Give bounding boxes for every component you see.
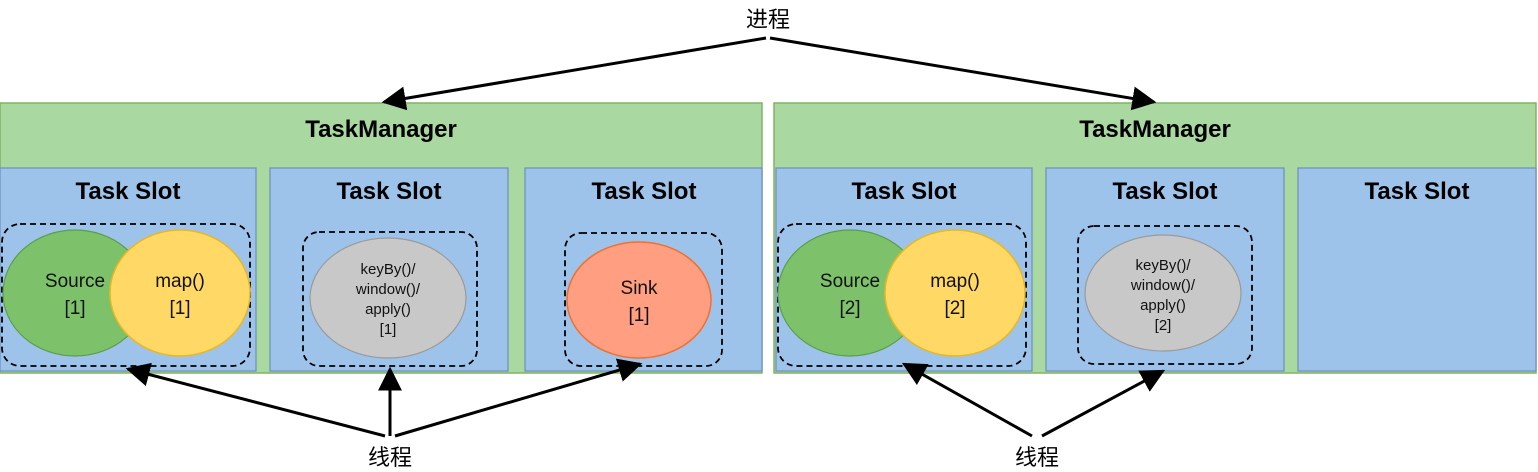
keyby-1-line-2: window()/	[355, 281, 421, 298]
tm2-slot-3: Task Slot	[1297, 167, 1537, 372]
tm2-slot-3-title: Task Slot	[1365, 178, 1470, 205]
tm1-slot-3: Task Slot Sink [1]	[524, 167, 763, 372]
taskmanager-2-title: TaskManager	[1079, 116, 1231, 143]
keyby-1-line-1: keyBy()/	[360, 261, 416, 278]
keyby-operator-1	[309, 237, 467, 359]
thread-arrow-slot4	[901, 362, 1033, 438]
keyby-2-line-2: window()/	[1130, 277, 1196, 294]
tm1-slot-1-title: Task Slot	[76, 178, 181, 205]
tm2-slot-2: Task Slot keyBy()/ window()/ apply() [2]	[1045, 167, 1285, 372]
diagram-svg: TaskManager Task Slot Source [1] map() […	[0, 8, 1537, 471]
thread-label-right: 线程	[1015, 446, 1059, 471]
keyby-2-line-4: [2]	[1155, 317, 1172, 334]
taskmanager-1-title: TaskManager	[305, 116, 457, 143]
keyby-1-line-3: apply()	[365, 301, 411, 318]
keyby-1-line-4: [1]	[380, 321, 397, 338]
map-1-label: map()	[155, 271, 205, 292]
map-2-label: map()	[930, 271, 980, 292]
tm2-slot-2-title: Task Slot	[1113, 178, 1218, 205]
diagram-canvas: TaskManager Task Slot Source [1] map() […	[0, 0, 1538, 472]
process-label: 进程	[746, 8, 790, 33]
taskmanager-1: TaskManager Task Slot Source [1] map() […	[0, 102, 763, 374]
thread-arrow-slot1	[125, 362, 386, 438]
sink-1-label: Sink	[621, 278, 658, 299]
thread-arrow-slot3	[394, 358, 643, 438]
tm2-slot-1: Task Slot Source [2] map() [2]	[775, 167, 1033, 372]
source-1-label: Source	[45, 271, 105, 292]
tm1-slot-2: Task Slot keyBy()/ window()/ apply() [1]	[269, 167, 509, 372]
keyby-2-line-3: apply()	[1140, 297, 1186, 314]
map-1-index: [1]	[169, 298, 190, 319]
map-operator-1	[109, 229, 251, 357]
map-2-index: [2]	[944, 298, 965, 319]
process-arrow-right	[769, 36, 1157, 111]
source-2-label: Source	[820, 271, 880, 292]
tm1-slot-3-title: Task Slot	[592, 178, 697, 205]
thread-label-left: 线程	[368, 446, 412, 471]
sink-operator-1	[566, 241, 712, 359]
map-operator-2	[884, 229, 1026, 357]
sink-1-index: [1]	[628, 305, 649, 326]
source-1-index: [1]	[64, 298, 85, 319]
tm1-slot-1: Task Slot Source [1] map() [1]	[0, 167, 257, 372]
tm1-slot-2-title: Task Slot	[337, 178, 442, 205]
keyby-2-line-1: keyBy()/	[1135, 257, 1191, 274]
tm2-slot-1-title: Task Slot	[852, 178, 957, 205]
process-arrow-left	[381, 36, 767, 111]
thread-arrow-slot5	[1041, 369, 1166, 438]
taskmanager-2: TaskManager Task Slot Source [2] map() […	[773, 102, 1537, 374]
source-2-index: [2]	[839, 298, 860, 319]
